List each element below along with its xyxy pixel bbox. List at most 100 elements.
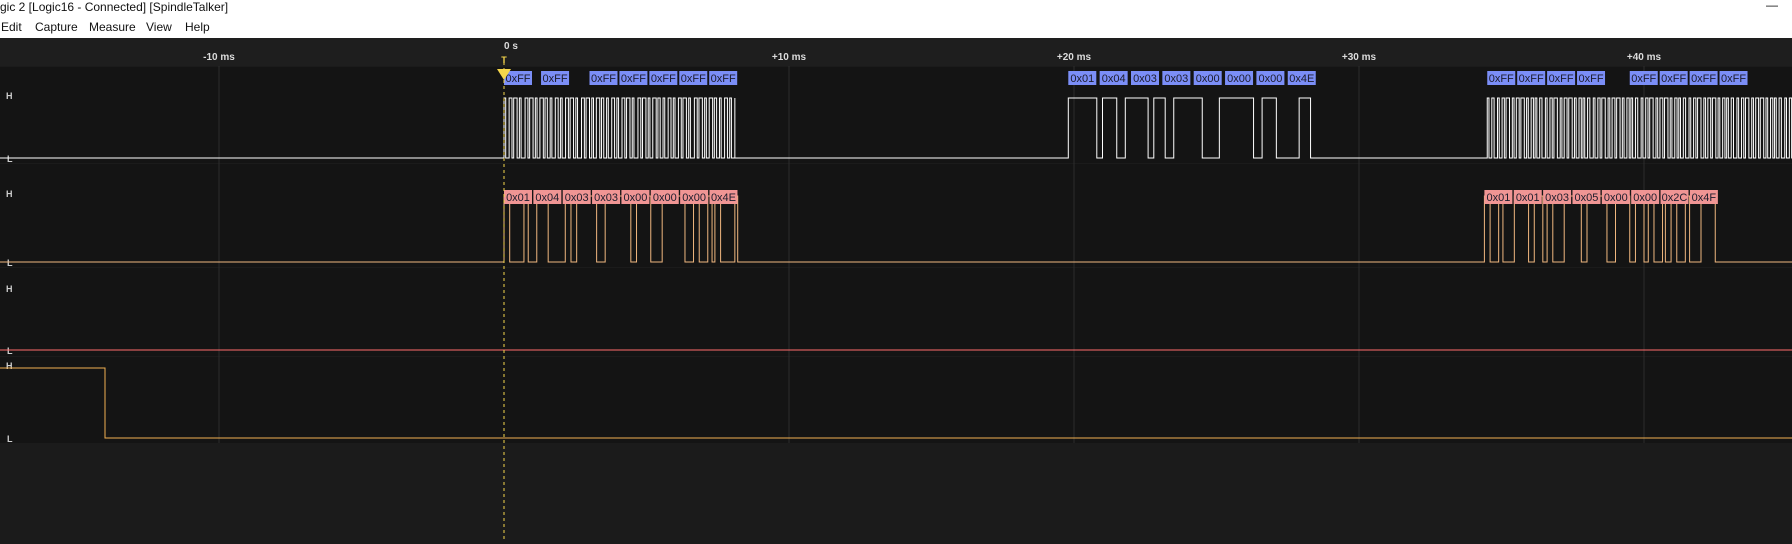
badge-text: 0x00 xyxy=(1196,73,1220,85)
badge-text: 0x03 xyxy=(1164,73,1188,85)
decoded-byte-badge[interactable]: 0x00 xyxy=(650,190,679,204)
decoded-byte-badge[interactable]: 0x04 xyxy=(533,190,562,204)
decoded-byte-badge[interactable]: 0x4E xyxy=(709,190,738,204)
decoded-byte-badge[interactable]: 0xFF xyxy=(649,71,678,85)
decoded-byte-badge[interactable]: 0x4E xyxy=(1287,71,1316,85)
menu-measure[interactable]: Measure xyxy=(89,20,136,34)
badge-text: 0xFF xyxy=(1631,73,1656,85)
decoded-byte-badge[interactable]: 0x00 xyxy=(1193,71,1222,85)
level-low-label: L xyxy=(7,154,13,164)
badge-text: 0x03 xyxy=(594,192,618,204)
decoded-byte-badge[interactable]: 0x00 xyxy=(1256,71,1285,85)
badge-text: 0xFF xyxy=(505,73,530,85)
badge-text: 0xFF xyxy=(621,73,646,85)
ruler-tick-label: +30 ms xyxy=(1342,52,1377,63)
badge-text: 0xFF xyxy=(1519,73,1544,85)
decoded-byte-badge[interactable]: 0x4F xyxy=(1689,190,1718,204)
menu-bar: Edit Capture Measure View Help xyxy=(0,16,1792,39)
badge-text: 0x4F xyxy=(1692,192,1717,204)
badge-text: 0x00 xyxy=(1604,192,1628,204)
decoded-byte-badge[interactable]: 0x05 xyxy=(1572,190,1601,204)
decoded-byte-badge[interactable]: 0x00 xyxy=(680,190,709,204)
waveform-canvas[interactable]: HLHLHLHL 0xFF 0xFF 0xFF 0xFF 0xFF 0xFF 0xFF 0x0… xyxy=(0,38,1792,539)
badge-text: 0x05 xyxy=(1575,192,1599,204)
window-title: gic 2 [Logic16 - Connected] [SpindleTalk… xyxy=(0,0,229,14)
decoded-byte-badge[interactable]: 0x01 xyxy=(504,190,532,204)
menu-edit[interactable]: Edit xyxy=(1,20,22,34)
decoded-byte-badge[interactable]: 0x04 xyxy=(1099,71,1128,85)
time-ruler[interactable] xyxy=(0,38,1792,66)
decoded-byte-badge[interactable]: 0xFF xyxy=(1689,71,1718,85)
decoded-byte-badge[interactable]: 0xFF xyxy=(1487,71,1516,85)
decoded-byte-badge[interactable]: 0x03 xyxy=(592,190,621,204)
decoded-byte-badge[interactable]: 0x01 xyxy=(1484,190,1513,204)
badge-text: 0x00 xyxy=(623,192,647,204)
decoded-byte-badge[interactable]: 0x00 xyxy=(1601,190,1630,204)
badge-text: 0x4E xyxy=(1289,73,1314,85)
menu-help[interactable]: Help xyxy=(185,20,210,34)
decoded-byte-badge[interactable]: 0xFF xyxy=(679,71,708,85)
decoded-byte-badge[interactable]: 0x03 xyxy=(1162,71,1191,85)
decoded-byte-badge[interactable]: 0x00 xyxy=(621,190,650,204)
level-high-label: H xyxy=(6,284,13,294)
badge-text: 0xFF xyxy=(1691,73,1716,85)
badge-text: 0xFF xyxy=(591,73,616,85)
decoded-byte-badge[interactable]: 0xFF xyxy=(1659,71,1688,85)
level-high-label: H xyxy=(6,361,13,371)
badge-text: 0x01 xyxy=(1516,192,1540,204)
decoded-byte-badge[interactable]: 0xFF xyxy=(1517,71,1546,85)
trigger-label: T xyxy=(501,55,507,65)
ruler-zero-label: 0 s xyxy=(504,41,518,52)
badge-text: 0x00 xyxy=(653,192,677,204)
badge-text: 0x03 xyxy=(1133,73,1157,85)
title-bar: gic 2 [Logic16 - Connected] [SpindleTalk… xyxy=(0,0,1792,16)
decoded-byte-badge[interactable]: 0x00 xyxy=(1631,190,1660,204)
badge-text: 0x04 xyxy=(535,192,559,204)
badge-text: 0xFF xyxy=(543,73,568,85)
channel-lane-2[interactable] xyxy=(0,268,1792,356)
badge-text: 0x03 xyxy=(565,192,589,204)
channel-lane-1[interactable] xyxy=(0,164,1792,267)
badge-text: 0x2C xyxy=(1662,192,1688,204)
decoded-byte-badge[interactable]: 0xFF xyxy=(709,71,738,85)
decoded-byte-badge[interactable]: 0xFF xyxy=(1547,71,1576,85)
badge-text: 0xFF xyxy=(1489,73,1514,85)
menu-view[interactable]: View xyxy=(146,20,172,34)
badge-text: 0x00 xyxy=(682,192,706,204)
badge-text: 0xFF xyxy=(651,73,676,85)
badge-text: 0x00 xyxy=(1258,73,1282,85)
badge-text: 0xFF xyxy=(681,73,706,85)
decoded-byte-badge[interactable]: 0xFF xyxy=(589,71,618,85)
decoded-byte-badge[interactable]: 0xFF xyxy=(1629,71,1658,85)
badge-text: 0xFF xyxy=(711,73,736,85)
decoded-byte-badge[interactable]: 0xFF xyxy=(1577,71,1606,85)
level-high-label: H xyxy=(6,189,13,199)
badge-text: 0x04 xyxy=(1102,73,1126,85)
badge-text: 0xFF xyxy=(1721,73,1746,85)
badge-text: 0x01 xyxy=(1486,192,1510,204)
decoded-byte-badge[interactable]: 0x2C xyxy=(1660,190,1689,204)
badge-text: 0x03 xyxy=(1545,192,1569,204)
decoded-byte-badge[interactable]: 0xFF xyxy=(1719,71,1748,85)
level-low-label: L xyxy=(7,434,13,444)
decoded-byte-badge[interactable]: 0x03 xyxy=(562,190,591,204)
decoded-byte-badge[interactable]: 0x03 xyxy=(1131,71,1159,85)
decoded-byte-badge[interactable]: 0x03 xyxy=(1543,190,1572,204)
decoded-byte-badge[interactable]: 0xFF xyxy=(541,71,570,85)
minimize-icon[interactable]: — xyxy=(1766,0,1778,12)
ruler-tick-label: -10 ms xyxy=(203,52,235,63)
decoded-byte-badge[interactable]: 0x01 xyxy=(1513,190,1542,204)
level-high-label: H xyxy=(6,91,13,101)
decoded-byte-badge[interactable]: 0x01 xyxy=(1068,71,1097,85)
badge-text: 0x00 xyxy=(1633,192,1657,204)
menu-capture[interactable]: Capture xyxy=(35,20,78,34)
waveform-area[interactable]: HLHLHLHL 0xFF 0xFF 0xFF 0xFF 0xFF 0xFF 0xFF 0x0… xyxy=(0,38,1792,539)
decoded-byte-badge[interactable]: 0x00 xyxy=(1225,71,1254,85)
badge-text: 0x00 xyxy=(1227,73,1251,85)
ruler-tick-label: +20 ms xyxy=(1057,52,1092,63)
channel-lane-3[interactable] xyxy=(0,357,1792,443)
decoded-byte-badge[interactable]: 0xFF xyxy=(619,71,648,85)
ruler-tick-label: +40 ms xyxy=(1627,52,1662,63)
badge-text: 0x4E xyxy=(711,192,736,204)
level-low-label: L xyxy=(7,258,13,268)
